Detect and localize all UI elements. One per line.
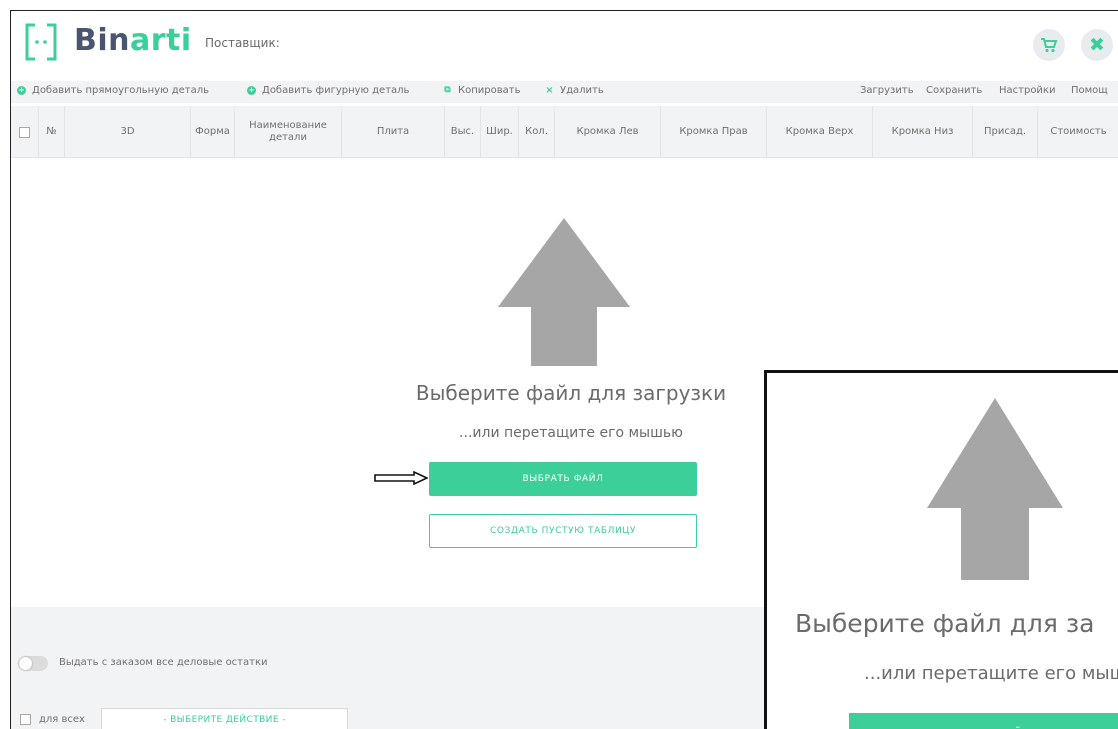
inset-upload-title: Выберите файл для за <box>795 609 1095 638</box>
add-shaped-part-label: Добавить фигурную деталь <box>262 85 410 96</box>
upload-title: Выберите файл для загрузки <box>415 381 727 405</box>
remnants-toggle-label: Выдать с заказом все деловые остатки <box>59 657 268 668</box>
select-all-checkbox[interactable] <box>19 126 30 138</box>
load-button[interactable]: Загрузить <box>860 85 914 96</box>
upload-arrow-icon <box>498 218 630 366</box>
inset-choose-file-button[interactable]: ВЫБРАТЬ ФАЙЛ <box>849 713 1118 729</box>
inset-upload-subtitle: ...или перетащите его мыш <box>864 663 1118 684</box>
supplier-label: Поставщик: <box>205 36 280 50</box>
column-header[interactable]: 3D <box>65 106 191 158</box>
column-header[interactable]: Выс. <box>445 106 481 158</box>
app-window: Binarti Поставщик: ✖ + Добавить прямоуго… <box>10 10 1118 729</box>
column-header[interactable]: № <box>39 106 65 158</box>
remnants-toggle[interactable] <box>18 656 48 671</box>
load-label: Загрузить <box>860 85 914 96</box>
select-all-cell[interactable] <box>11 106 39 158</box>
column-header[interactable]: Кромка Низ <box>873 106 973 158</box>
zoom-inset: Выберите файл для за ...или перетащите е… <box>764 370 1118 729</box>
plus-circle-icon: + <box>17 86 26 95</box>
help-button[interactable]: Помощ <box>1071 85 1108 96</box>
column-header[interactable]: Форма <box>191 106 235 158</box>
add-rect-part-button[interactable]: + Добавить прямоугольную деталь <box>17 85 209 96</box>
column-header[interactable]: Кромка Прав <box>661 106 767 158</box>
door-logo-icon <box>25 23 57 61</box>
column-header[interactable]: Стоимость <box>1038 106 1118 158</box>
for-all-label: для всех <box>39 714 85 725</box>
copy-icon: ⧉ <box>444 85 451 95</box>
column-header[interactable]: Шир. <box>481 106 519 158</box>
save-button[interactable]: Сохранить <box>926 85 982 96</box>
upload-subtitle: ...или перетащите его мышью <box>459 425 683 441</box>
table-header: № 3D Форма Наименование детали Плита Выс… <box>11 106 1118 158</box>
brand-text-part2: arti <box>130 23 192 58</box>
add-rect-part-label: Добавить прямоугольную деталь <box>32 85 210 96</box>
delete-x-icon: × <box>545 85 554 96</box>
toggle-knob <box>19 657 32 670</box>
column-header[interactable]: Наименование детали <box>235 106 342 158</box>
upload-arrow-icon <box>927 398 1063 580</box>
delete-button[interactable]: × Удалить <box>545 85 604 96</box>
brand-text-part1: Bin <box>74 23 131 58</box>
help-label: Помощ <box>1071 85 1108 96</box>
copy-button[interactable]: ⧉ Копировать <box>443 85 520 96</box>
column-header[interactable]: Плита <box>342 106 445 158</box>
copy-label: Копировать <box>458 85 521 96</box>
column-header[interactable]: Кол. <box>519 106 555 158</box>
close-button[interactable]: ✖ <box>1081 29 1113 61</box>
column-header[interactable]: Кромка Верх <box>767 106 873 158</box>
plus-circle-icon: + <box>247 86 256 95</box>
action-select[interactable]: - ВЫБЕРИТЕ ДЕЙСТВИЕ - <box>101 708 348 729</box>
pointer-arrow-icon <box>374 471 428 485</box>
create-empty-table-button[interactable]: СОЗДАТЬ ПУСТУЮ ТАБЛИЦУ <box>429 514 697 548</box>
settings-label: Настройки <box>999 85 1056 96</box>
cart-button[interactable] <box>1033 29 1065 61</box>
toolbar: + Добавить прямоугольную деталь + Добави… <box>11 81 1118 103</box>
brand-logo: Binarti <box>74 23 192 58</box>
choose-file-button[interactable]: ВЫБРАТЬ ФАЙЛ <box>429 462 697 496</box>
close-icon: ✖ <box>1089 34 1105 56</box>
cart-icon <box>1041 38 1058 53</box>
save-label: Сохранить <box>926 85 983 96</box>
settings-button[interactable]: Настройки <box>999 85 1055 96</box>
app-header: Binarti Поставщик: ✖ <box>11 11 1118 78</box>
delete-label: Удалить <box>560 85 604 96</box>
add-shaped-part-button[interactable]: + Добавить фигурную деталь <box>247 85 409 96</box>
column-header[interactable]: Кромка Лев <box>555 106 661 158</box>
column-header[interactable]: Присад. <box>973 106 1038 158</box>
for-all-checkbox[interactable] <box>20 714 31 725</box>
